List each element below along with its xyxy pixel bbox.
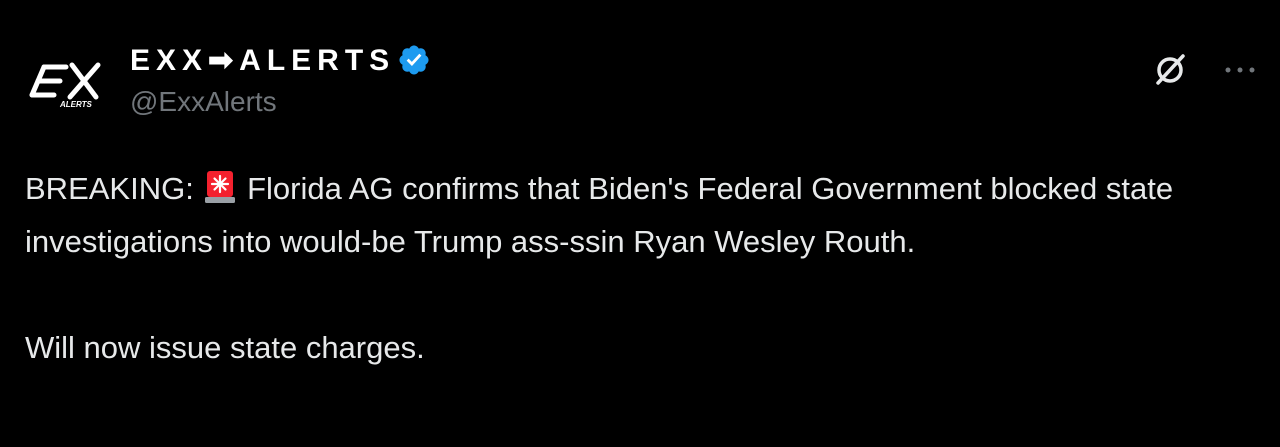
post-text: BREAKING: Florida AG confirms that Biden… (25, 162, 1265, 374)
post-card: ALERTS EXX➡ALERTS @ExxAlerts BREAKING: F… (0, 0, 1280, 447)
verified-badge-icon (399, 45, 429, 75)
post-actions (1150, 50, 1260, 90)
author-handle[interactable]: @ExxAlerts (130, 86, 431, 118)
avatar[interactable]: ALERTS (20, 48, 110, 118)
exx-logo-icon: ALERTS (29, 62, 101, 109)
breaking-label: BREAKING: (25, 171, 194, 206)
author-names: EXX➡ALERTS @ExxAlerts (130, 40, 431, 118)
post-text-main: Florida AG confirms that Biden's Federal… (25, 171, 1174, 259)
avatar-sublabel: ALERTS (59, 100, 93, 109)
display-name[interactable]: EXX➡ALERTS (130, 43, 395, 78)
grok-icon[interactable] (1150, 50, 1190, 90)
display-name-row[interactable]: EXX➡ALERTS (130, 40, 431, 80)
post-header: ALERTS EXX➡ALERTS @ExxAlerts (20, 36, 1260, 126)
post-paragraph-1: BREAKING: Florida AG confirms that Biden… (25, 162, 1265, 268)
more-options-icon[interactable] (1220, 58, 1260, 82)
rotating-light-icon (205, 171, 236, 203)
post-paragraph-2: Will now issue state charges. (25, 330, 425, 365)
